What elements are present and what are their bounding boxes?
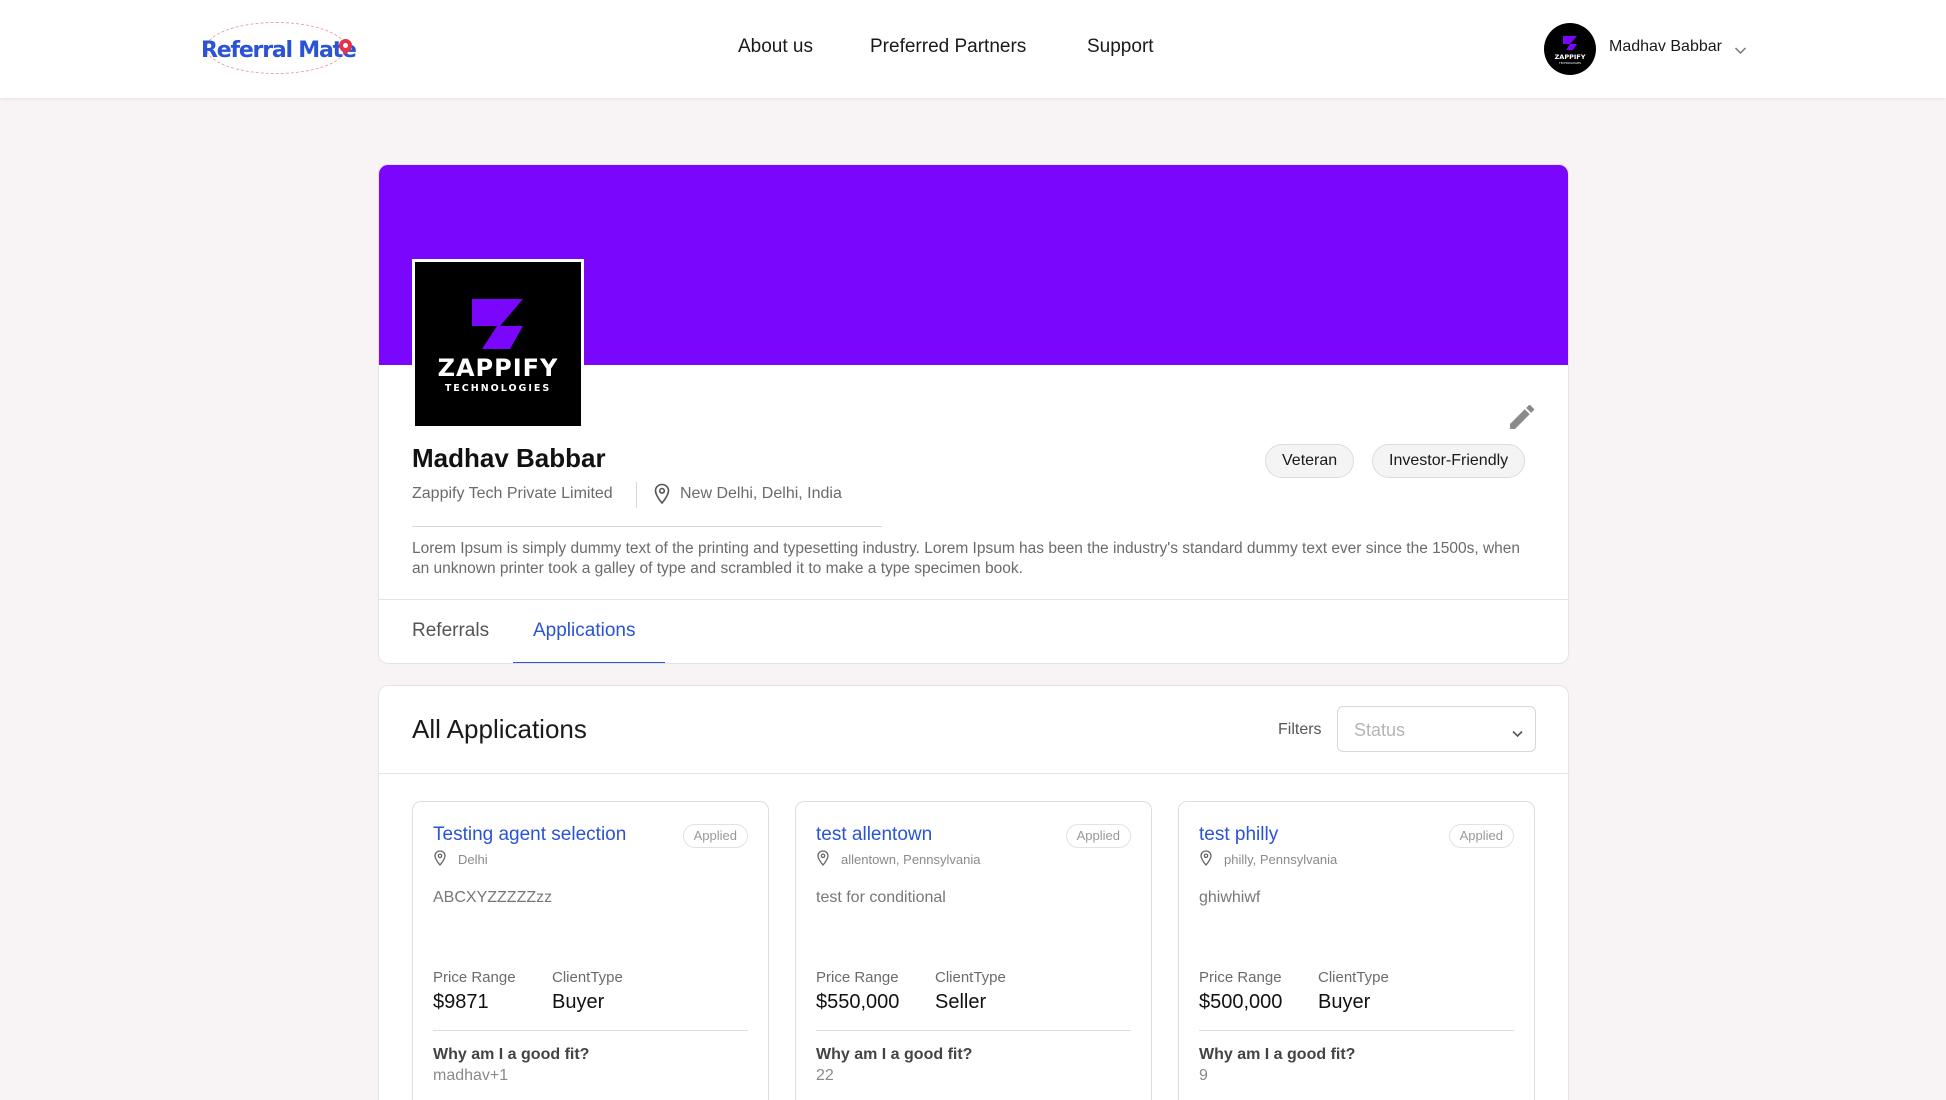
client-type-label: ClientType: [935, 969, 1006, 986]
tab-referrals[interactable]: Referrals: [412, 620, 489, 642]
application-card[interactable]: test allentown Applied allentown, Pennsy…: [795, 801, 1152, 1100]
referral-mate-logo[interactable]: Referral Mate: [198, 20, 358, 78]
location-pin-icon: [654, 483, 670, 510]
chevron-down-icon: [1512, 725, 1523, 743]
tabs-divider: [379, 599, 1568, 600]
profile-description: Lorem Ipsum is simply dummy text of the …: [412, 540, 1521, 577]
applications-section: All Applications Filters Status Testing …: [378, 685, 1570, 1100]
application-title[interactable]: test allentown: [816, 824, 932, 846]
company-logo-subtext: TECHNOLOGIES: [445, 383, 551, 394]
chevron-down-icon[interactable]: [1734, 42, 1747, 60]
location-pin-icon: [1200, 850, 1212, 871]
application-card[interactable]: test philly Applied philly, Pennsylvania…: [1178, 801, 1535, 1100]
top-navbar: Referral Mate About us Preferred Partner…: [0, 0, 1946, 98]
active-tab-indicator: [513, 662, 665, 663]
good-fit-label: Why am I a good fit?: [433, 1046, 590, 1063]
company-logo-text: ZAPPIFY: [438, 354, 559, 382]
edit-pencil-icon[interactable]: [1506, 401, 1538, 433]
location-pin-icon: [817, 850, 829, 871]
status-badge: Applied: [1065, 824, 1131, 848]
user-name[interactable]: Madhav Babbar: [1609, 38, 1722, 56]
profile-card: ZAPPIFY TECHNOLOGIES Madhav Babbar Zappi…: [378, 164, 1569, 664]
good-fit-value: madhav+1: [433, 1067, 509, 1084]
company-logo: ZAPPIFY TECHNOLOGIES: [412, 259, 584, 429]
application-title[interactable]: Testing agent selection: [433, 824, 626, 846]
filters-label: Filters: [1278, 721, 1322, 738]
status-filter-select[interactable]: Status: [1337, 706, 1536, 752]
applications-divider: [379, 773, 1570, 774]
svg-text:ZAPPIFY: ZAPPIFY: [1555, 53, 1586, 61]
profile-divider: [636, 482, 637, 508]
badge-veteran: Veteran: [1265, 444, 1355, 478]
profile-underline: [412, 526, 882, 527]
status-badge: Applied: [682, 824, 748, 848]
client-type-value: Buyer: [552, 991, 605, 1013]
price-range-value: $500,000: [1199, 991, 1283, 1013]
card-divider: [433, 1030, 748, 1031]
badge-investor-friendly: Investor-Friendly: [1372, 444, 1526, 478]
profile-location: New Delhi, Delhi, India: [680, 485, 842, 502]
application-title[interactable]: test philly: [1199, 824, 1278, 846]
card-divider: [1199, 1030, 1514, 1031]
nav-about-us[interactable]: About us: [738, 36, 813, 58]
profile-name: Madhav Babbar: [412, 443, 606, 473]
good-fit-value: 9: [1199, 1067, 1208, 1084]
client-type-value: Buyer: [1318, 991, 1371, 1013]
svg-text:TECHNOLOGIES: TECHNOLOGIES: [1558, 61, 1581, 65]
good-fit-label: Why am I a good fit?: [816, 1046, 973, 1063]
client-type-label: ClientType: [1318, 969, 1389, 986]
applications-title: All Applications: [412, 714, 587, 744]
application-card[interactable]: Testing agent selection Applied Delhi AB…: [412, 801, 769, 1100]
client-type-value: Seller: [935, 991, 987, 1013]
status-placeholder: Status: [1354, 720, 1406, 740]
location-pin-icon: [434, 850, 446, 871]
application-location: philly, Pennsylvania: [1224, 852, 1338, 867]
tab-applications[interactable]: Applications: [533, 620, 635, 642]
price-range-label: Price Range: [1199, 969, 1282, 986]
application-description: test for conditional: [816, 889, 946, 906]
price-range-label: Price Range: [433, 969, 516, 986]
price-range-label: Price Range: [816, 969, 899, 986]
good-fit-value: 22: [816, 1067, 834, 1084]
status-badge: Applied: [1448, 824, 1514, 848]
card-divider: [816, 1030, 1131, 1031]
application-description: ABCXYZZZZZzz: [433, 889, 553, 906]
user-avatar[interactable]: ZAPPIFY TECHNOLOGIES: [1544, 23, 1596, 75]
price-range-value: $550,000: [816, 991, 900, 1013]
application-description: ghiwhiwf: [1199, 889, 1261, 906]
application-location: Delhi: [458, 852, 488, 867]
logo-text: Referral Mate: [201, 38, 357, 63]
good-fit-label: Why am I a good fit?: [1199, 1046, 1356, 1063]
nav-support[interactable]: Support: [1087, 36, 1154, 58]
profile-company: Zappify Tech Private Limited: [412, 485, 613, 502]
nav-preferred-partners[interactable]: Preferred Partners: [870, 36, 1026, 58]
application-location: allentown, Pennsylvania: [841, 852, 981, 867]
price-range-value: $9871: [433, 991, 489, 1013]
client-type-label: ClientType: [552, 969, 623, 986]
